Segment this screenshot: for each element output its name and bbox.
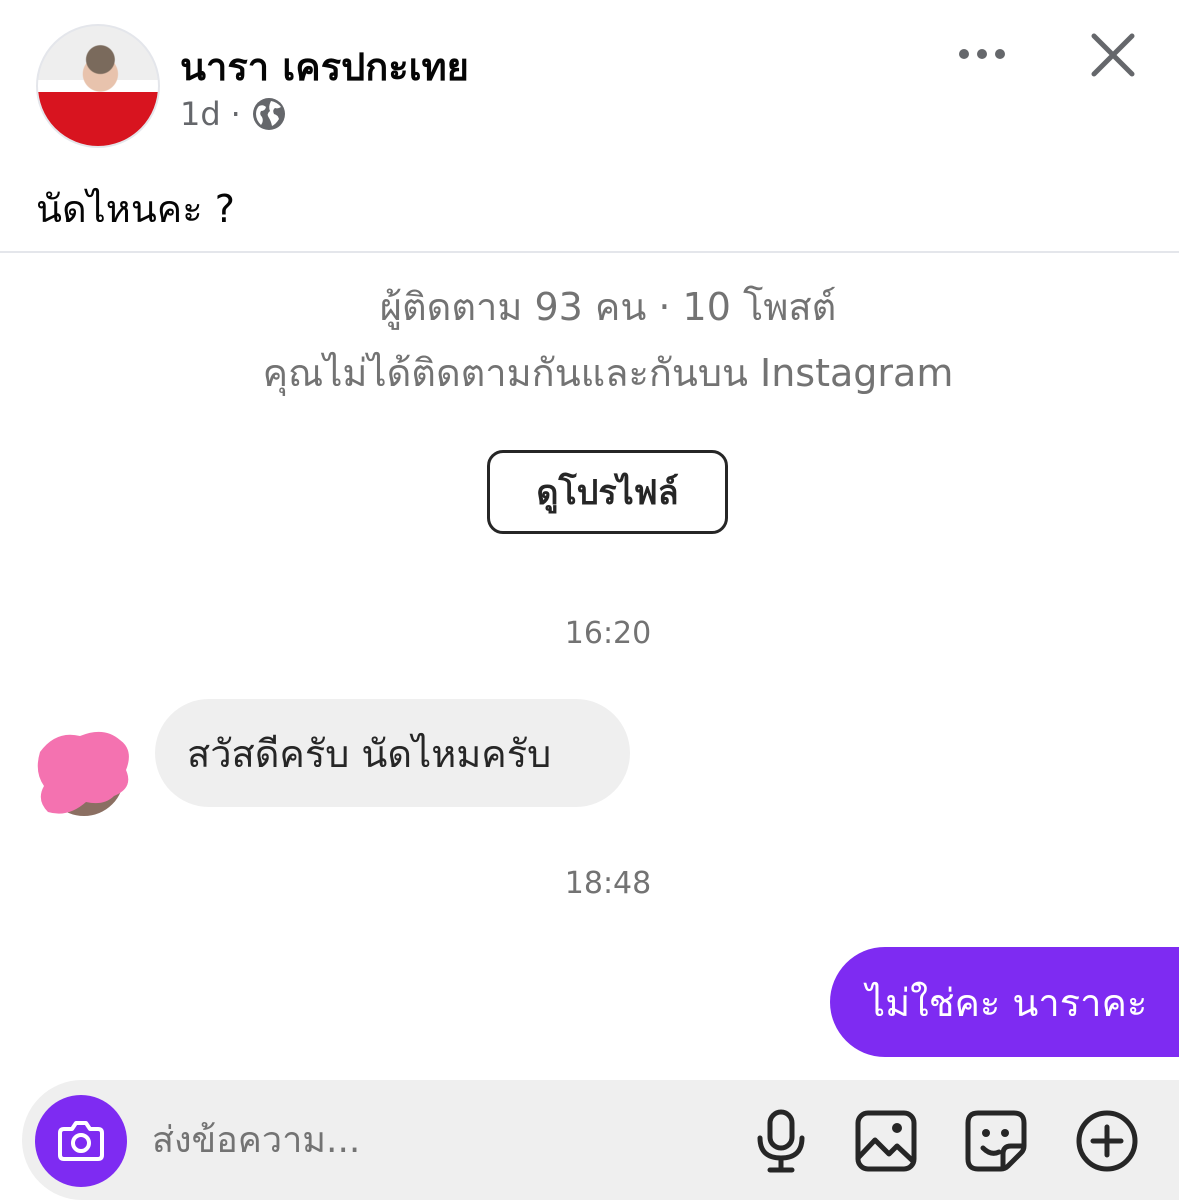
message-timestamp: 16:20 [564,616,652,651]
divider [0,251,1179,253]
more-options-icon[interactable] [956,38,1008,70]
meta-separator: · [230,95,241,133]
view-profile-button[interactable]: ดูโปรไฟล์ [487,450,728,534]
camera-icon [58,1121,104,1161]
follow-note: คุณไม่ได้ติดตามกันและกันบน Instagram [262,351,954,395]
profile-stats: ผู้ติดตาม 93 คน · 10 โพสต์ [379,285,837,329]
message-input[interactable] [152,1110,712,1170]
post-time[interactable]: 1d [180,95,221,133]
post-header: นารา เครปกะเทย 1d · นัดไหนคะ ? [0,0,1179,250]
sender-avatar[interactable] [34,726,134,820]
author-avatar[interactable] [36,24,160,148]
microphone-icon[interactable] [748,1108,814,1174]
post-caption: นัดไหนคะ ? [36,187,235,231]
globe-icon [252,98,285,130]
outgoing-message-text: ไม่ใช่คะ นาราคะ [866,980,1148,1025]
plus-icon[interactable] [1074,1108,1140,1174]
incoming-message[interactable]: สวัสดีครับ นัดไหมครับ [155,699,630,807]
incoming-message-text: สวัสดีครับ นัดไหมครับ [187,731,552,776]
message-timestamp: 18:48 [564,866,652,901]
author-name[interactable]: นารา เครปกะเทย [180,36,469,97]
outgoing-message[interactable]: ไม่ใช่คะ นาราคะ [830,947,1179,1057]
post-meta: 1d · [180,95,287,133]
gallery-icon[interactable] [853,1108,919,1174]
sticker-icon[interactable] [963,1108,1029,1174]
close-icon[interactable] [1088,30,1138,80]
camera-button[interactable] [35,1095,127,1187]
